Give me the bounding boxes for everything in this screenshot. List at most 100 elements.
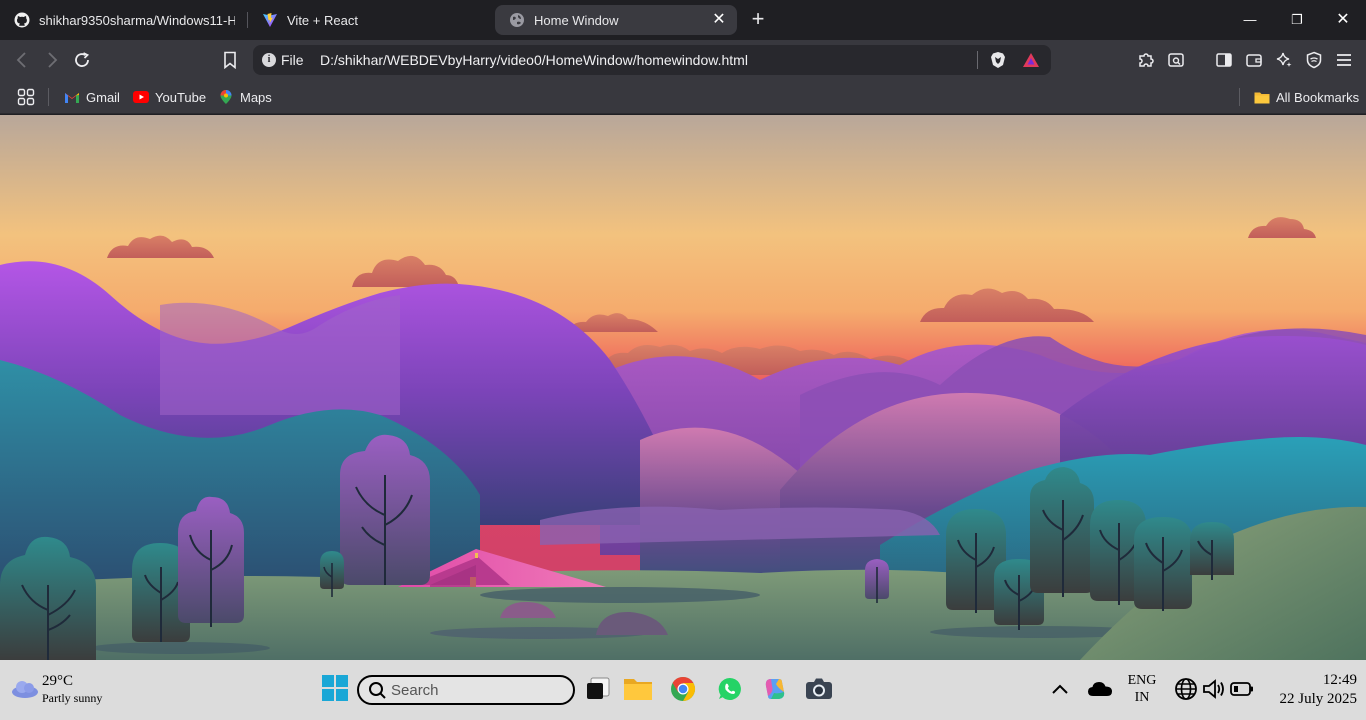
bookmark-youtube[interactable]: YouTube xyxy=(133,87,206,107)
reload-button[interactable] xyxy=(70,48,94,72)
forward-arrow-icon xyxy=(48,52,58,68)
network-button[interactable] xyxy=(1173,676,1199,702)
new-tab-button[interactable]: + xyxy=(748,8,768,32)
folder-icon xyxy=(1254,89,1270,105)
tab-vite[interactable]: Vite + React xyxy=(248,5,488,35)
brave-shields-button[interactable] xyxy=(986,48,1010,72)
tree xyxy=(865,559,889,603)
apps-grid-button[interactable] xyxy=(14,85,38,109)
brave-lion-icon xyxy=(991,52,1005,68)
show-hidden-icons-button[interactable] xyxy=(1047,676,1073,702)
taskbar-search[interactable] xyxy=(357,675,575,705)
copilot-icon xyxy=(765,679,785,699)
address-bar[interactable]: i File D:/shikhar/WEBDEVbyHarry/video0/H… xyxy=(253,45,1051,75)
back-arrow-icon xyxy=(16,52,26,68)
minimize-button[interactable]: — xyxy=(1238,6,1262,34)
bookmark-maps[interactable]: Maps xyxy=(218,87,272,107)
bookmarks-divider xyxy=(48,88,49,106)
taskbar-clock[interactable]: 12:49 22 July 2025 xyxy=(1279,671,1357,709)
landscape-wallpaper xyxy=(0,115,1366,660)
windows-logo-icon xyxy=(322,675,348,701)
tab-home-window[interactable]: Home Window ✕ xyxy=(495,5,737,35)
close-window-button[interactable]: ✕ xyxy=(1331,6,1355,34)
windows-taskbar: 29°C Partly sunny Search ENG IN 12:49 22… xyxy=(0,660,1366,720)
weather-temperature: 29°C xyxy=(42,673,74,689)
maximize-button[interactable]: ❐ xyxy=(1285,6,1309,34)
forward-button[interactable] xyxy=(40,48,64,72)
speaker-icon xyxy=(1203,679,1224,699)
tree xyxy=(1190,522,1234,580)
brave-rewards-button[interactable] xyxy=(1019,48,1043,72)
sidebar-button[interactable] xyxy=(1212,48,1236,72)
github-icon xyxy=(14,12,30,28)
tree xyxy=(340,434,430,585)
menu-button[interactable] xyxy=(1332,48,1356,72)
onedrive-button[interactable] xyxy=(1087,676,1113,702)
taskbar-app-whatsapp[interactable] xyxy=(715,674,745,704)
battery-button[interactable] xyxy=(1229,676,1255,702)
bookmark-page-button[interactable] xyxy=(218,48,242,72)
partly-cloudy-icon xyxy=(12,681,38,698)
page-viewport xyxy=(0,115,1366,660)
hamburger-menu-icon xyxy=(1337,54,1351,66)
bookmark-label: Maps xyxy=(240,89,272,105)
file-explorer-icon xyxy=(624,679,652,700)
tab-github[interactable]: shikhar9350sharma/Windows11-Hom xyxy=(0,5,245,35)
tab-title: Home Window xyxy=(534,12,619,28)
search-input[interactable] xyxy=(391,680,561,700)
leo-ai-button[interactable] xyxy=(1272,48,1296,72)
chevron-up-icon xyxy=(1052,684,1068,694)
clock-time: 12:49 xyxy=(1322,672,1357,688)
bookmark-label: Gmail xyxy=(86,89,120,105)
tree xyxy=(1134,517,1192,611)
camera-icon xyxy=(806,678,832,699)
sidebar-icon xyxy=(1216,53,1232,67)
language-indicator[interactable]: ENG IN xyxy=(1124,672,1160,706)
vpn-button[interactable] xyxy=(1302,48,1326,72)
puzzle-icon xyxy=(1139,53,1154,67)
bookmark-label: YouTube xyxy=(155,89,207,105)
whatsapp-icon xyxy=(718,677,741,700)
reload-icon xyxy=(75,52,90,67)
taskbar-app-file-explorer[interactable] xyxy=(623,674,653,704)
tree xyxy=(1030,467,1094,597)
extensions-button[interactable] xyxy=(1134,48,1158,72)
tab-title: Vite + React xyxy=(287,12,358,28)
globe-network-icon xyxy=(1175,678,1197,700)
rewards-triangle-icon xyxy=(1023,53,1039,67)
bookmarks-divider xyxy=(1239,88,1240,106)
browser-toolbar: i File D:/shikhar/WEBDEVbyHarry/video0/H… xyxy=(0,40,1366,80)
chrome-icon xyxy=(671,677,696,701)
start-button[interactable] xyxy=(322,675,348,701)
wallet-button[interactable] xyxy=(1242,48,1266,72)
bookmarks-bar: Gmail YouTube Maps All Bookmarks xyxy=(0,80,1366,114)
back-button[interactable] xyxy=(10,48,34,72)
ai-sparkle-icon xyxy=(1276,52,1292,67)
close-tab-icon[interactable]: ✕ xyxy=(711,12,727,28)
youtube-icon xyxy=(133,89,149,105)
all-bookmarks-button[interactable]: All Bookmarks xyxy=(1254,87,1359,107)
volume-button[interactable] xyxy=(1201,676,1227,702)
url-text[interactable]: D:/shikhar/WEBDEVbyHarry/video0/HomeWind… xyxy=(320,52,748,68)
cloud-icon xyxy=(1088,682,1112,696)
taskbar-app-task-view[interactable] xyxy=(583,674,613,704)
language-code: ENG xyxy=(1127,673,1157,688)
screenshot-button[interactable] xyxy=(1164,48,1188,72)
globe-icon xyxy=(509,12,525,28)
maps-icon xyxy=(218,89,234,105)
url-scheme-label: File xyxy=(281,52,304,68)
bookmark-gmail[interactable]: Gmail xyxy=(64,87,120,107)
gmail-icon xyxy=(64,89,80,105)
search-icon xyxy=(369,682,386,699)
taskbar-app-camera[interactable] xyxy=(804,674,834,704)
bookmark-icon xyxy=(224,51,236,69)
wallet-icon xyxy=(1246,54,1262,67)
region-code: IN xyxy=(1134,690,1150,705)
apps-grid-icon xyxy=(17,88,35,106)
taskbar-app-chrome[interactable] xyxy=(668,674,698,704)
tab-title: shikhar9350sharma/Windows11-Hom xyxy=(39,12,235,28)
info-icon[interactable]: i xyxy=(262,53,276,67)
taskbar-app-copilot[interactable] xyxy=(760,674,790,704)
omnibox-divider xyxy=(977,51,978,69)
vite-icon xyxy=(262,12,278,28)
